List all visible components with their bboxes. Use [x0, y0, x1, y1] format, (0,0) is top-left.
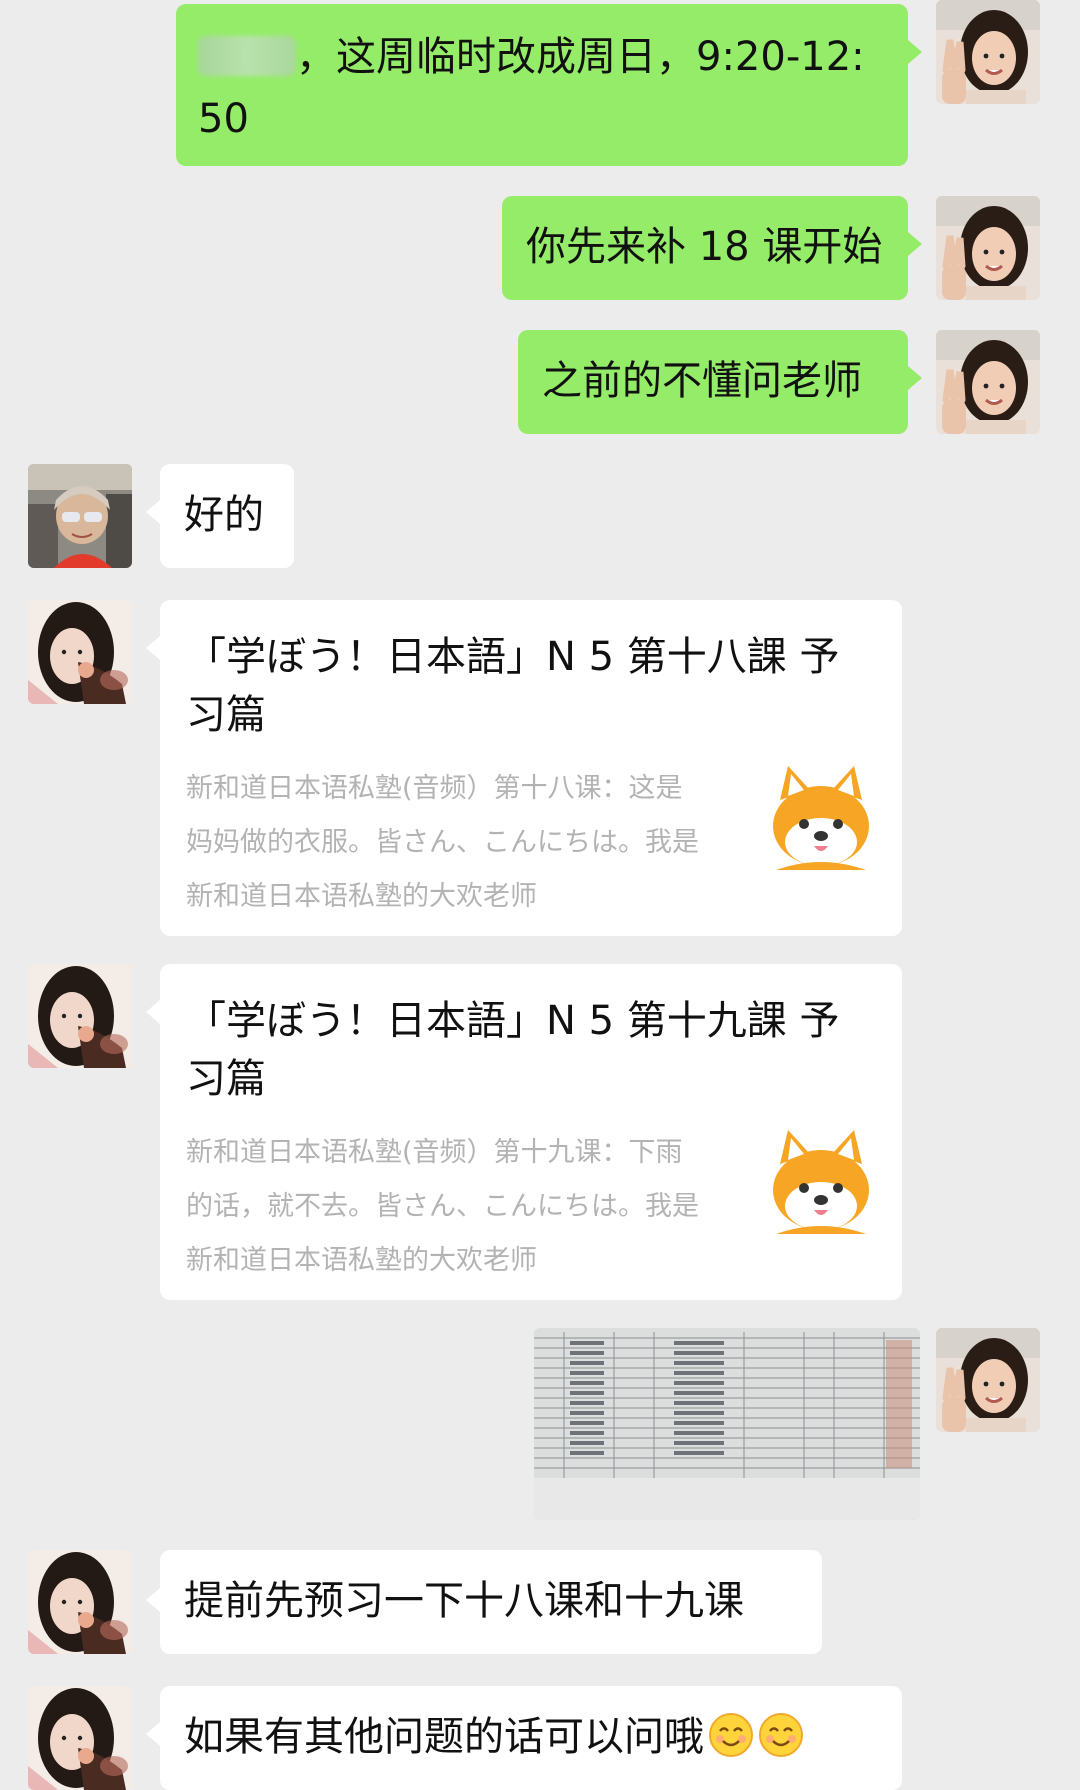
card-description: 新和道日本语私塾(音频）第十九课：下雨的话，就不去。皆さん、こんにちは。我是新和…	[186, 1137, 699, 1276]
message-bubble-incoming[interactable]: 如果有其他问题的话可以问哦	[160, 1686, 902, 1790]
link-card-lesson-18[interactable]: 「学ぼう！日本語」N 5 第十八課 予习篇 新和道日本语私塾(音频）第十八课：这…	[160, 600, 902, 936]
message-text: 好的	[184, 492, 264, 538]
message-text: ，这周临时改成周日，9:20-12:	[296, 34, 865, 80]
redacted-name	[198, 36, 296, 76]
schedule-table-photo[interactable]	[534, 1328, 920, 1520]
smile-emoji-icon	[709, 1713, 753, 1757]
avatar-student[interactable]	[28, 464, 132, 568]
avatar-teacher[interactable]	[28, 964, 132, 1068]
shiba-dog-icon	[773, 766, 869, 870]
message-text: 如果有其他问题的话可以问哦	[184, 1714, 704, 1760]
bubble-tail	[146, 1000, 160, 1024]
bubble-tail	[146, 1588, 160, 1612]
bubble-tail	[908, 366, 922, 390]
message-text-line2: 50	[198, 96, 249, 142]
message-text: 提前先预习一下十八课和十九课	[184, 1578, 744, 1624]
bubble-tail	[146, 636, 160, 660]
shiba-dog-icon	[773, 1130, 869, 1234]
avatar-teacher[interactable]	[28, 1550, 132, 1654]
card-title: 「学ぼう！日本語」N 5 第十八課 予习篇	[186, 634, 840, 738]
avatar-me[interactable]	[936, 196, 1040, 300]
message-bubble-incoming[interactable]: 提前先预习一下十八课和十九课	[160, 1550, 822, 1654]
card-description: 新和道日本语私塾(音频）第十八课：这是妈妈做的衣服。皆さん、こんにちは。我是新和…	[186, 773, 699, 912]
message-bubble-outgoing[interactable]: 之前的不懂问老师	[518, 330, 908, 434]
avatar-teacher[interactable]	[28, 600, 132, 704]
message-bubble-outgoing[interactable]: ，这周临时改成周日，9:20-12: 50	[176, 4, 908, 166]
avatar-me[interactable]	[936, 330, 1040, 434]
smile-emoji-icon	[759, 1713, 803, 1757]
message-bubble-outgoing[interactable]: 你先来补 18 课开始	[502, 196, 908, 300]
bubble-tail	[146, 500, 160, 524]
bubble-tail	[908, 232, 922, 256]
link-card-lesson-19[interactable]: 「学ぼう！日本語」N 5 第十九課 予习篇 新和道日本语私塾(音频）第十九课：下…	[160, 964, 902, 1300]
message-text: 之前的不懂问老师	[542, 358, 862, 404]
message-bubble-incoming[interactable]: 好的	[160, 464, 294, 568]
avatar-teacher[interactable]	[28, 1686, 132, 1790]
message-text: 你先来补 18 课开始	[526, 224, 883, 270]
card-title: 「学ぼう！日本語」N 5 第十九課 予习篇	[186, 998, 840, 1102]
bubble-tail	[146, 1722, 160, 1746]
bubble-tail	[908, 40, 922, 64]
avatar-me[interactable]	[936, 0, 1040, 104]
avatar-me[interactable]	[936, 1328, 1040, 1432]
